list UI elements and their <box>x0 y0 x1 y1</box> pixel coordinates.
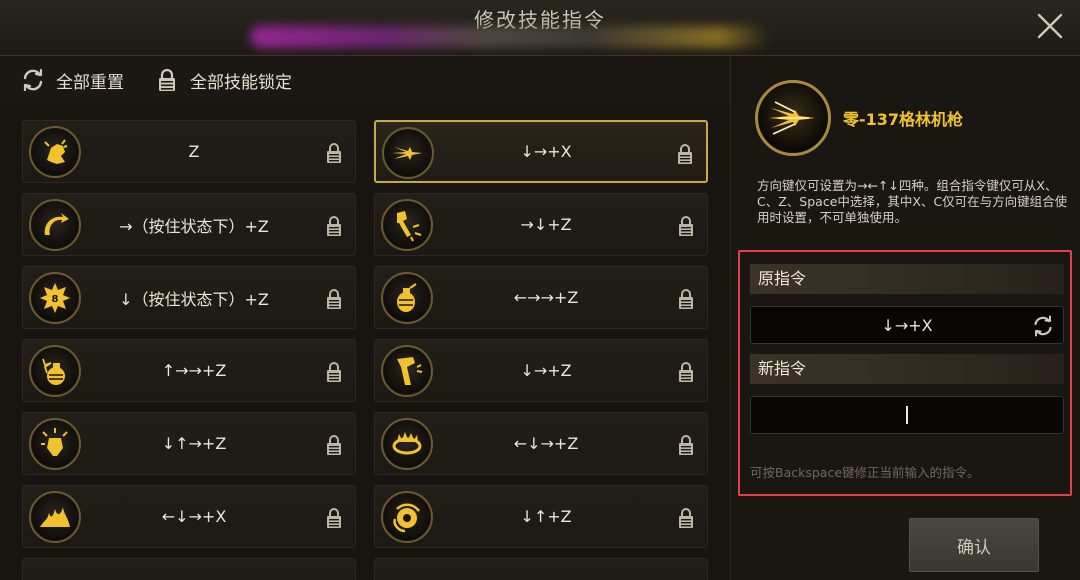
skill-icon <box>381 345 433 397</box>
command-rules-text: 方向键仅可设置为→←↑↓四种。组合指令键仅可从X、C、Z、Space中选择，其中… <box>757 178 1068 225</box>
toolbar: 全部重置 全部技能锁定 <box>0 56 740 104</box>
skill-detail-panel: 零-137格林机枪 方向键仅可设置为→←↑↓四种。组合指令键仅可从X、C、Z、S… <box>730 56 1080 580</box>
confirm-button[interactable]: 确认 <box>909 518 1039 572</box>
reset-all-button[interactable]: 全部重置 <box>20 67 124 93</box>
energy-burst-icon <box>392 147 422 160</box>
skill-icon <box>381 418 433 470</box>
original-command-field: ↓→+X <box>750 306 1064 344</box>
fist-punch-icon <box>44 139 68 164</box>
new-command-input[interactable] <box>750 396 1064 434</box>
skill-row[interactable]: ↓↑→+Z <box>22 412 356 475</box>
reset-all-label: 全部重置 <box>56 72 124 93</box>
selected-skill-icon <box>755 80 831 156</box>
skill-row[interactable]: ←→→+Z <box>374 266 708 329</box>
lock-icon[interactable] <box>677 214 695 238</box>
lock-icon[interactable] <box>325 287 343 311</box>
skill-grid: Z ↓→+X →（按住状态下）+Z →↓+Z 8 ↓（按住状态下）+Z ←→→+Z ↑→→+Z… <box>22 120 708 580</box>
grenade-sparkle-icon <box>42 358 65 385</box>
leg-kick-icon <box>397 357 423 385</box>
fire-ring-icon <box>392 432 422 455</box>
grenade-icon <box>397 283 417 312</box>
title-bar: 修改技能指令 <box>0 0 1080 56</box>
skill-command: ↑→→+Z <box>161 361 227 380</box>
skill-command: ↓→+Z <box>520 361 572 380</box>
skill-row-partial[interactable] <box>22 558 356 580</box>
skill-icon: 8 <box>29 272 81 324</box>
command-edit-area: 原指令 ↓→+X 新指令 可按Backspace键修正当前输入的指令。 <box>738 250 1072 496</box>
lock-icon[interactable] <box>677 287 695 311</box>
skill-row[interactable]: ↓→+X <box>374 120 708 183</box>
lock-icon[interactable] <box>677 506 695 530</box>
skill-row[interactable]: ↓↑+Z <box>374 485 708 548</box>
flash-bulb-icon <box>41 428 68 456</box>
skill-icon <box>29 491 81 543</box>
spin-kick-icon <box>44 213 69 235</box>
skill-command: ↓（按住状态下）+Z <box>119 289 269 309</box>
gatling-gun-icon <box>769 101 815 135</box>
lock-icon[interactable] <box>676 142 694 166</box>
fire-orb-icon <box>393 503 420 533</box>
lock-icon[interactable] <box>677 433 695 457</box>
skill-command: →↓+Z <box>520 215 572 234</box>
original-command-value: ↓→+X <box>881 315 933 335</box>
skill-icon <box>29 418 81 470</box>
skill-icon <box>29 199 81 251</box>
new-command-header: 新指令 <box>750 354 1064 384</box>
lock-icon[interactable] <box>325 141 343 165</box>
lock-all-label: 全部技能锁定 <box>190 72 292 93</box>
lock-icon <box>159 68 175 91</box>
skill-command: ↓→+X <box>520 142 572 161</box>
skill-row[interactable]: →（按住状态下）+Z <box>22 193 356 256</box>
original-command-header: 原指令 <box>750 264 1064 294</box>
skill-icon <box>382 127 434 179</box>
skill-icon <box>381 199 433 251</box>
skill-row[interactable]: →↓+Z <box>374 193 708 256</box>
skill-row-partial[interactable] <box>374 558 708 580</box>
skill-command: ↓↑→+Z <box>161 434 227 453</box>
skill-command: ←↓→+X <box>161 507 227 526</box>
skill-list-panel: Z ↓→+X →（按住状态下）+Z →↓+Z 8 ↓（按住状态下）+Z ←→→+Z ↑→→+Z… <box>0 104 730 580</box>
lock-icon[interactable] <box>677 360 695 384</box>
skill-row[interactable]: 8 ↓（按住状态下）+Z <box>22 266 356 329</box>
restore-icon[interactable] <box>1031 314 1055 338</box>
skill-command: ←→→+Z <box>513 288 579 307</box>
lock-icon[interactable] <box>325 433 343 457</box>
skill-icon <box>381 272 433 324</box>
skill-icon <box>29 126 81 178</box>
svg-text:8: 8 <box>52 294 59 305</box>
selected-skill-name: 零-137格林机枪 <box>843 110 964 129</box>
hammer-strike-icon <box>397 211 422 242</box>
close-icon[interactable] <box>1034 10 1066 42</box>
skill-command: →（按住状态下）+Z <box>119 216 269 236</box>
skill-row[interactable]: ←↓→+Z <box>374 412 708 475</box>
backspace-hint: 可按Backspace键修正当前输入的指令。 <box>750 465 980 480</box>
skill-icon <box>29 345 81 397</box>
skill-icon <box>381 491 433 543</box>
reset-icon <box>23 68 43 92</box>
skill-row[interactable]: ↓→+Z <box>374 339 708 402</box>
flame-wave-icon <box>40 507 70 527</box>
text-cursor <box>906 406 908 424</box>
boom-badge-icon: 8 <box>40 283 70 313</box>
lock-icon[interactable] <box>325 360 343 384</box>
skill-row[interactable]: ↑→→+Z <box>22 339 356 402</box>
lock-all-button[interactable]: 全部技能锁定 <box>154 67 292 93</box>
lock-icon[interactable] <box>325 506 343 530</box>
skill-command: Z <box>188 142 200 161</box>
skill-command: ↓↑+Z <box>520 507 572 526</box>
skill-command: ←↓→+Z <box>513 434 579 453</box>
skill-row[interactable]: Z <box>22 120 356 183</box>
lock-icon[interactable] <box>325 214 343 238</box>
skill-row[interactable]: ←↓→+X <box>22 485 356 548</box>
blurred-info-strip <box>250 26 770 48</box>
